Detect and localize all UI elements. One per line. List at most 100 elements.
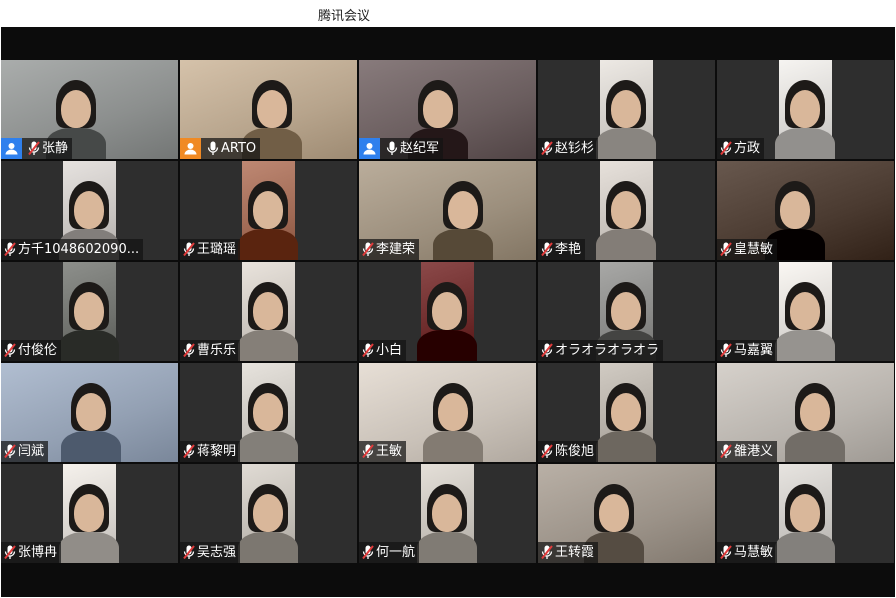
- participant-tile[interactable]: 陈俊旭: [538, 363, 715, 462]
- participant-name: 方政: [734, 141, 761, 156]
- participant-name: 皇慧敏: [734, 242, 774, 257]
- participant-name-tag: 雒港义: [717, 441, 778, 462]
- participant-name: オラオラオラオラ: [555, 343, 660, 358]
- participant-name: 王敏: [376, 444, 403, 459]
- participant-name-tag: 赵钐杉: [538, 138, 599, 159]
- participant-tile[interactable]: 付俊伦: [1, 262, 178, 361]
- participant-name-tag: 马慧敏: [717, 542, 778, 563]
- participant-tile[interactable]: 闫斌: [1, 363, 178, 462]
- participant-name-tag: 王璐瑶: [180, 239, 241, 260]
- participant-name-tag: 曹乐乐: [180, 340, 241, 361]
- mic-muted-icon: [720, 242, 732, 257]
- mic-muted-icon: [362, 545, 374, 560]
- mic-muted-icon: [720, 545, 732, 560]
- participant-tile[interactable]: 小白: [359, 262, 536, 361]
- participant-name-tag: 小白: [359, 340, 407, 361]
- mic-muted-icon: [4, 343, 16, 358]
- participant-name-tag: 闫斌: [1, 441, 49, 462]
- participant-tile[interactable]: 蒋黎明: [180, 363, 357, 462]
- participant-name: 吴志强: [197, 545, 237, 560]
- mic-muted-icon: [541, 141, 553, 156]
- participant-tile[interactable]: 李艳: [538, 161, 715, 260]
- participant-name: 张博冉: [18, 545, 58, 560]
- mic-muted-icon: [183, 242, 195, 257]
- participant-name-tag: 皇慧敏: [717, 239, 778, 260]
- participant-name-tag: 张静: [1, 138, 73, 159]
- participant-name-tag: 方政: [717, 138, 765, 159]
- mic-muted-icon: [183, 545, 195, 560]
- mic-muted-icon: [4, 444, 16, 459]
- mic-active-icon: [386, 141, 398, 155]
- participant-name: 蒋黎明: [197, 444, 237, 459]
- participant-name: 小白: [376, 343, 403, 358]
- participant-name-tag: 李艳: [538, 239, 586, 260]
- participant-name: 李艳: [555, 242, 582, 257]
- participant-tile[interactable]: ARTO: [180, 60, 357, 159]
- participant-tile[interactable]: 马嘉翼: [717, 262, 894, 361]
- participant-name: 赵钐杉: [555, 141, 595, 156]
- participant-name: 马嘉翼: [734, 343, 774, 358]
- mic-muted-icon: [720, 141, 732, 156]
- participant-name: ARTO: [221, 141, 257, 156]
- user-icon: [5, 143, 18, 155]
- participant-tile[interactable]: 马慧敏: [717, 464, 894, 563]
- participant-name-tag: 王敏: [359, 441, 407, 462]
- window-title: 腾讯会议: [318, 9, 371, 24]
- participant-tile[interactable]: オラオラオラオラ: [538, 262, 715, 361]
- participant-name: 付俊伦: [18, 343, 58, 358]
- participant-tile[interactable]: 曹乐乐: [180, 262, 357, 361]
- participant-name-tag: 张博冉: [1, 542, 62, 563]
- participant-tile[interactable]: 张博冉: [1, 464, 178, 563]
- participant-tile[interactable]: 何一航: [359, 464, 536, 563]
- participant-name: 闫斌: [18, 444, 45, 459]
- mic-active-icon: [207, 141, 219, 155]
- participant-tile[interactable]: 赵钐杉: [538, 60, 715, 159]
- mic-muted-icon: [4, 242, 16, 257]
- participant-tile[interactable]: 赵纪军: [359, 60, 536, 159]
- participant-name-tag: 蒋黎明: [180, 441, 241, 462]
- participant-tile[interactable]: 张静: [1, 60, 178, 159]
- mic-muted-icon: [183, 343, 195, 358]
- participant-name-tag: オラオラオラオラ: [538, 340, 664, 361]
- participant-name-tag: 陈俊旭: [538, 441, 599, 462]
- mic-muted-icon: [362, 242, 374, 257]
- participant-name: 张静: [42, 141, 69, 156]
- participant-tile[interactable]: 王转霞: [538, 464, 715, 563]
- participant-tile[interactable]: 李建荣: [359, 161, 536, 260]
- host-badge: [359, 138, 380, 159]
- participant-name: 方千1048602090...: [18, 242, 140, 257]
- participant-tile[interactable]: 方千1048602090...: [1, 161, 178, 260]
- participant-grid: 张静 ARTO 赵纪军 赵钐杉 方政方千1048602090... 王璐瑶 李建荣 李艳 皇慧敏…: [1, 60, 895, 563]
- mic-muted-icon: [183, 444, 195, 459]
- user-icon: [363, 143, 376, 155]
- participant-name: 雒港义: [734, 444, 774, 459]
- participant-name-tag: 付俊伦: [1, 340, 62, 361]
- participant-name: 王转霞: [555, 545, 595, 560]
- participant-tile[interactable]: 王敏: [359, 363, 536, 462]
- participant-tile[interactable]: 皇慧敏: [717, 161, 894, 260]
- participant-name-tag: 马嘉翼: [717, 340, 778, 361]
- participant-name-tag: 方千1048602090...: [1, 239, 144, 260]
- participant-tile[interactable]: 雒港义: [717, 363, 894, 462]
- mic-muted-icon: [720, 444, 732, 459]
- host-badge: [180, 138, 201, 159]
- participant-name-tag: 李建荣: [359, 239, 420, 260]
- mic-muted-icon: [28, 141, 40, 156]
- mic-muted-icon: [362, 444, 374, 459]
- participant-tile[interactable]: 方政: [717, 60, 894, 159]
- participant-name-tag: 吴志强: [180, 542, 241, 563]
- participant-name-tag: ARTO: [180, 138, 261, 159]
- participant-tile[interactable]: 王璐瑶: [180, 161, 357, 260]
- host-badge: [1, 138, 22, 159]
- mic-muted-icon: [541, 343, 553, 358]
- participant-name: 何一航: [376, 545, 416, 560]
- mic-muted-icon: [541, 242, 553, 257]
- participant-name-tag: 何一航: [359, 542, 420, 563]
- participant-tile[interactable]: 吴志强: [180, 464, 357, 563]
- mic-muted-icon: [541, 545, 553, 560]
- participant-name: 马慧敏: [734, 545, 774, 560]
- participant-name-tag: 王转霞: [538, 542, 599, 563]
- video-stage: 张静 ARTO 赵纪军 赵钐杉 方政方千1048602090... 王璐瑶 李建荣 李艳 皇慧敏…: [1, 27, 895, 597]
- title-bar: 腾讯会议: [0, 0, 896, 27]
- mic-muted-icon: [4, 545, 16, 560]
